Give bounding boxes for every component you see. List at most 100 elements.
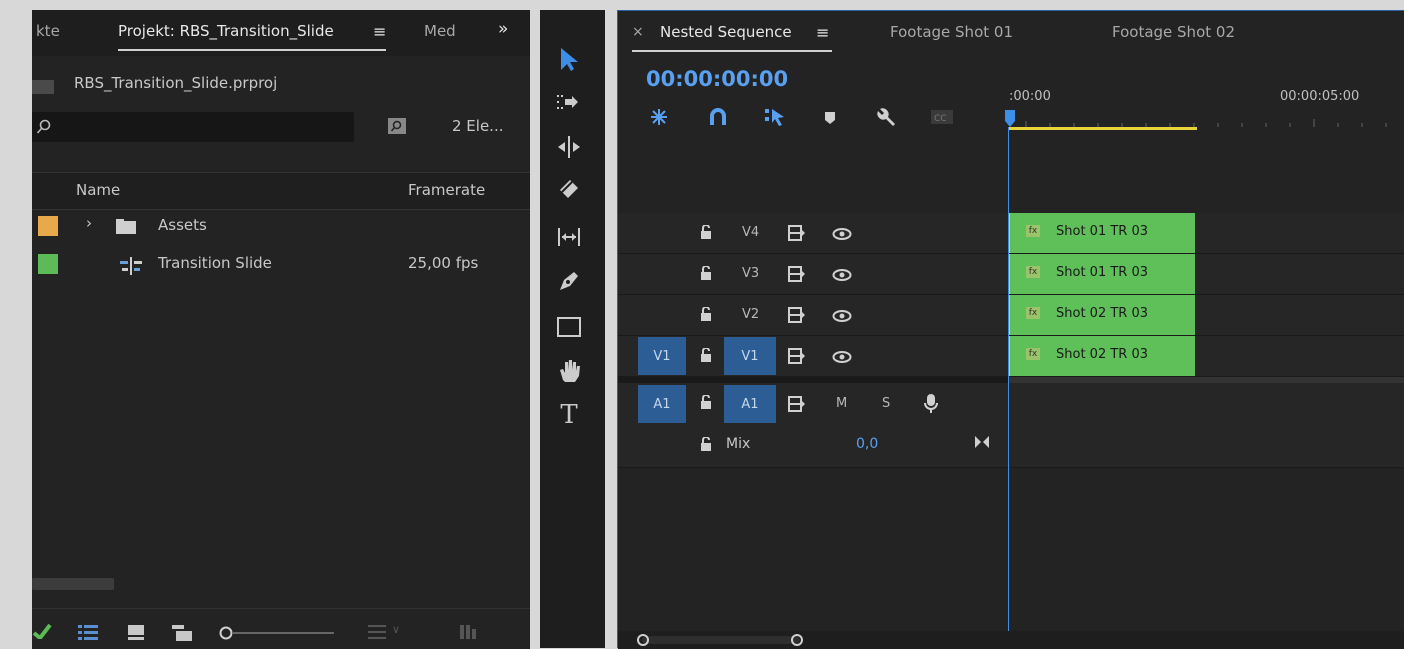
sync-lock-icon[interactable] <box>788 266 806 282</box>
rectangle-tool[interactable] <box>554 312 584 342</box>
mix-label: Mix <box>726 436 751 452</box>
go-to-end-icon[interactable] <box>974 435 990 449</box>
time-ruler[interactable] <box>1006 107 1404 131</box>
solo-button[interactable]: S <box>882 396 890 411</box>
item-framerate: 25,00 fps <box>408 254 479 272</box>
search-input[interactable] <box>32 112 354 142</box>
column-framerate[interactable]: Framerate <box>408 181 485 199</box>
clip-v4[interactable]: fx Shot 01 TR 03 <box>1009 213 1195 253</box>
project-bottom-toolbar: ∨ <box>32 608 530 649</box>
close-tab-icon[interactable]: × <box>632 24 644 40</box>
wrench-icon[interactable] <box>874 107 896 129</box>
clip-label: Shot 01 TR 03 <box>1056 224 1148 239</box>
track-name[interactable]: V3 <box>742 266 759 281</box>
list-item[interactable]: › Assets <box>32 208 530 244</box>
playhead-handle[interactable] <box>1003 109 1017 129</box>
playhead-line[interactable] <box>1008 127 1009 649</box>
sort-dropdown-chevron-icon[interactable]: ∨ <box>392 623 400 636</box>
tab-active-underline <box>118 49 386 51</box>
icon-view-icon[interactable] <box>128 625 144 641</box>
tools-panel: T <box>540 10 605 648</box>
project-panel: kte Projekt: RBS_Transition_Slide ≡ Med … <box>32 10 530 649</box>
timecode-display[interactable]: 00:00:00:00 <box>646 67 788 91</box>
type-tool[interactable]: T <box>554 400 584 430</box>
search-icon <box>36 119 51 134</box>
slip-tool[interactable] <box>554 222 584 252</box>
zoom-slider[interactable] <box>218 625 338 641</box>
tab-libraries-partial[interactable]: kte <box>36 22 60 40</box>
mute-button[interactable]: M <box>836 396 847 411</box>
track-target-a1[interactable]: A1 <box>724 385 776 423</box>
track-select-tool[interactable] <box>554 88 584 118</box>
project-file-name: RBS_Transition_Slide.prproj <box>74 74 278 92</box>
tab-footage-shot-01[interactable]: Footage Shot 01 <box>890 23 1013 41</box>
ruler-mark-label: 00:00:05:00 <box>1280 89 1360 104</box>
track-name[interactable]: V2 <box>742 307 759 322</box>
tab-project[interactable]: Projekt: RBS_Transition_Slide <box>118 22 334 40</box>
tab-nested-sequence[interactable]: Nested Sequence <box>660 23 792 41</box>
automate-to-sequence-icon[interactable] <box>460 625 480 639</box>
sequence-icon <box>120 257 142 275</box>
clip-v1[interactable]: fx Shot 02 TR 03 <box>1009 336 1195 376</box>
source-patch-v1[interactable]: V1 <box>638 337 686 375</box>
source-patch-a1[interactable]: A1 <box>638 385 686 423</box>
overflow-icon[interactable]: » <box>498 19 508 39</box>
chevron-right-icon[interactable]: › <box>86 214 92 232</box>
freeform-view-icon[interactable] <box>172 625 192 641</box>
lock-icon[interactable] <box>700 348 712 362</box>
hand-tool[interactable] <box>554 356 584 386</box>
linked-selection-icon[interactable] <box>764 107 786 127</box>
sort-icon[interactable] <box>368 625 386 639</box>
lock-icon[interactable] <box>700 266 712 280</box>
track-target-v1[interactable]: V1 <box>724 337 776 375</box>
lock-icon[interactable] <box>700 225 712 239</box>
sync-lock-icon[interactable] <box>788 396 806 412</box>
clip-label: Shot 01 TR 03 <box>1056 265 1148 280</box>
captions-icon[interactable]: CC <box>930 109 954 125</box>
tab-active-underline <box>632 50 832 52</box>
write-protect-icon[interactable] <box>32 623 52 639</box>
timeline-zoom-scrollbar[interactable] <box>636 633 806 647</box>
sync-lock-icon[interactable] <box>788 225 806 241</box>
sync-lock-icon[interactable] <box>788 307 806 323</box>
snap-icon[interactable] <box>708 107 728 127</box>
add-marker-icon[interactable] <box>824 111 836 125</box>
razor-tool[interactable] <box>554 174 584 204</box>
list-item[interactable]: Transition Slide 25,00 fps <box>32 246 530 282</box>
clip-v2[interactable]: fx Shot 02 TR 03 <box>1009 295 1195 335</box>
item-count: 2 Ele... <box>452 117 504 135</box>
label-color-swatch <box>38 216 58 236</box>
tab-menu-icon[interactable]: ≡ <box>816 23 829 42</box>
list-view-icon[interactable] <box>78 625 98 641</box>
lock-icon[interactable] <box>700 395 712 409</box>
eye-icon[interactable] <box>832 350 852 364</box>
tab-media[interactable]: Med <box>424 22 456 40</box>
mix-track: Mix 0,0 <box>618 425 1404 468</box>
clip-v3[interactable]: fx Shot 01 TR 03 <box>1009 254 1195 294</box>
eye-icon[interactable] <box>832 227 852 241</box>
sync-lock-icon[interactable] <box>788 348 806 364</box>
pen-tool[interactable] <box>554 266 584 296</box>
work-area-bar <box>1009 127 1197 130</box>
insert-nest-icon[interactable] <box>648 107 670 127</box>
audio-track-a1: A1 A1 M S <box>618 383 1404 426</box>
lock-icon[interactable] <box>700 437 712 451</box>
ripple-edit-tool[interactable] <box>554 132 584 162</box>
label-color-swatch <box>38 254 58 274</box>
svg-text:CC: CC <box>934 114 947 124</box>
mix-volume-value[interactable]: 0,0 <box>856 436 878 452</box>
lock-icon[interactable] <box>700 307 712 321</box>
fx-badge-icon: fx <box>1026 266 1040 278</box>
fx-badge-icon: fx <box>1026 348 1040 360</box>
column-name[interactable]: Name <box>76 181 120 199</box>
folder-icon <box>116 219 136 234</box>
tab-menu-icon[interactable]: ≡ <box>373 22 386 41</box>
track-name[interactable]: V4 <box>742 225 759 240</box>
selection-tool[interactable] <box>554 44 584 74</box>
horizontal-scrollbar[interactable] <box>32 578 114 590</box>
new-search-bin-icon[interactable] <box>387 117 407 135</box>
tab-footage-shot-02[interactable]: Footage Shot 02 <box>1112 23 1235 41</box>
eye-icon[interactable] <box>832 309 852 323</box>
microphone-icon[interactable] <box>924 393 938 415</box>
eye-icon[interactable] <box>832 268 852 282</box>
